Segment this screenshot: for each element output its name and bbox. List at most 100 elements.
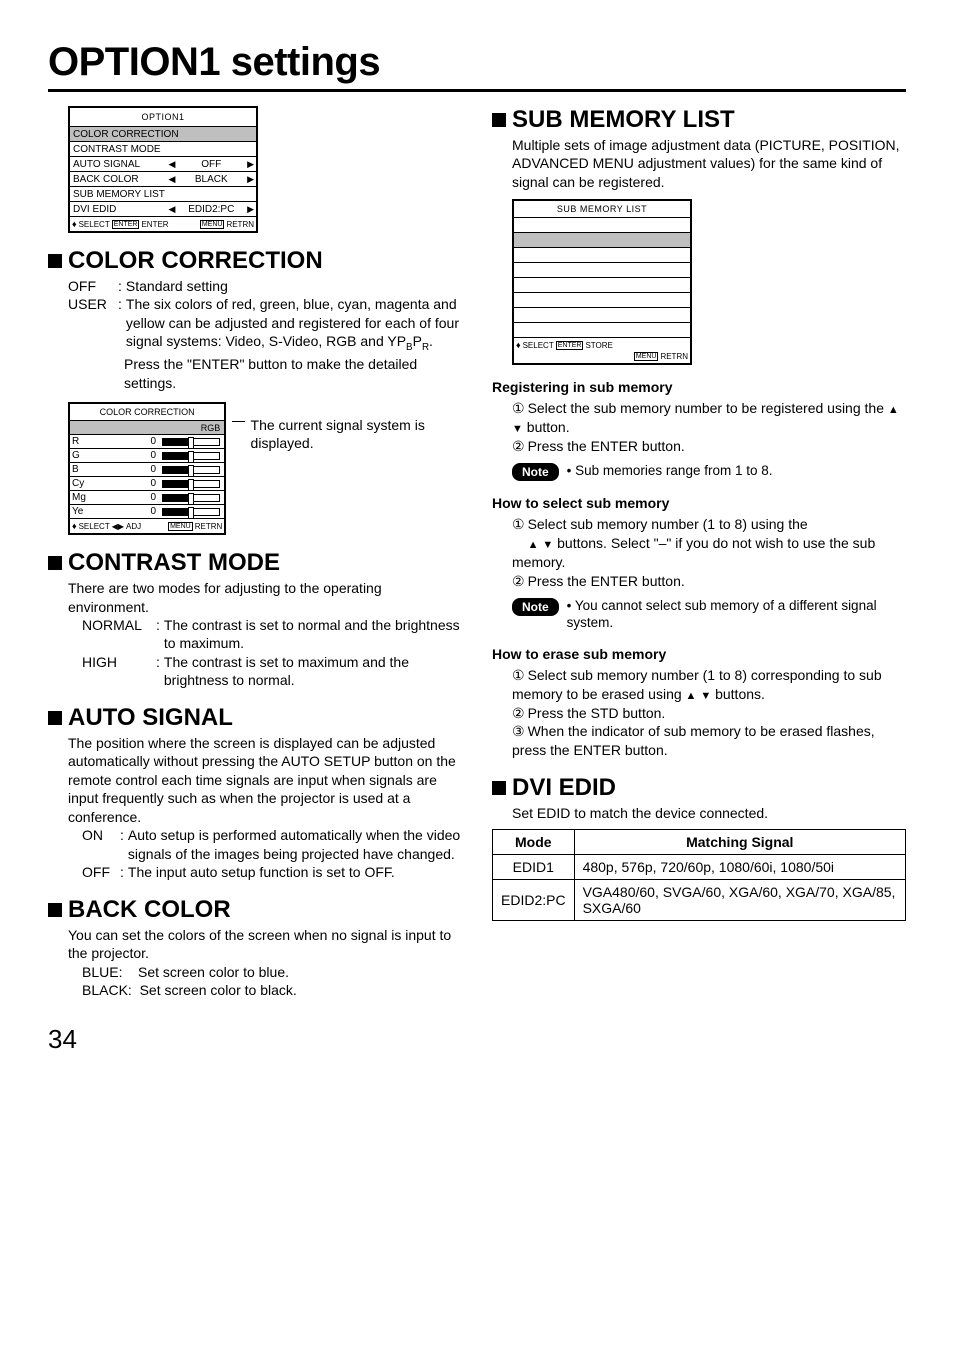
osd-color-correction: COLOR CORRECTION RGB R0 G0 B0 Cy0 Mg0 Ye…: [68, 402, 226, 535]
circled-1-icon: ①: [512, 667, 525, 683]
user-label: USER: [68, 295, 114, 355]
right-column: SUB MEMORY LIST Multiple sets of image a…: [492, 106, 906, 1000]
slider-icon: [162, 466, 220, 474]
osd-color-mg: Mg0: [70, 490, 224, 504]
square-bullet-icon: [48, 556, 62, 570]
on-label: ON: [82, 826, 116, 863]
memory-slot: [514, 322, 690, 337]
square-bullet-icon: [48, 711, 62, 725]
osd-row-dvi-edid: DVI EDID ◀ EDID2:PC ▶: [70, 201, 256, 216]
up-triangle-icon: ▲: [888, 404, 899, 416]
heading-back-color: BACK COLOR: [48, 896, 462, 924]
memory-slot: [514, 217, 690, 232]
memory-slot: [514, 247, 690, 262]
updown-icon: ♦: [72, 521, 77, 531]
menu-key-icon: MENU: [634, 352, 659, 361]
user-desc2: Press the "ENTER" button to make the det…: [124, 355, 462, 392]
memory-slot: [514, 307, 690, 322]
note-2: Note • You cannot select sub memory of a…: [512, 597, 906, 632]
left-arrow-icon: ◀: [169, 174, 176, 185]
step-register-1: ①Select the sub memory number to be regi…: [512, 399, 906, 437]
on-desc: Auto setup is performed automatically wh…: [128, 826, 462, 863]
off-desc: Standard setting: [126, 277, 462, 295]
th-signal: Matching Signal: [574, 829, 905, 854]
edid-table: Mode Matching Signal EDID1 480p, 576p, 7…: [492, 829, 906, 921]
dvi-edid-intro: Set EDID to match the device connected.: [512, 804, 906, 822]
down-triangle-icon: ▼: [700, 690, 711, 702]
signal-cell: VGA480/60, SVGA/60, XGA/60, XGA/70, XGA/…: [574, 879, 905, 920]
osd-title: OPTION1: [70, 108, 256, 126]
note-pill: Note: [512, 598, 559, 616]
slider-icon: [162, 438, 220, 446]
sub-h-select: How to select sub memory: [492, 495, 906, 511]
note-text: • Sub memories range from 1 to 8.: [567, 462, 773, 480]
left-column: OPTION1 COLOR CORRECTION CONTRAST MODE A…: [48, 106, 462, 1000]
table-row: EDID2:PC VGA480/60, SVGA/60, XGA/60, XGA…: [493, 879, 906, 920]
osd-color-r: R0: [70, 434, 224, 448]
updown-icon: ♦: [72, 219, 77, 229]
step-register-2: ②Press the ENTER button.: [512, 437, 906, 456]
leftright-icon: ◀▶: [112, 522, 124, 531]
osd-row-color-correction: COLOR CORRECTION: [70, 126, 256, 141]
blue-desc: Set screen color to blue.: [138, 964, 289, 980]
updown-icon: ♦: [516, 340, 521, 350]
osd-color-cy: Cy0: [70, 476, 224, 490]
contrast-intro: There are two modes for adjusting to the…: [68, 579, 462, 616]
osd-sub-memory: SUB MEMORY LIST ♦ SELECT ENTER STORE MEN…: [512, 199, 692, 365]
memory-slot: [514, 277, 690, 292]
osd2-footer: ♦ SELECT ◀▶ ADJ MENU RETRN: [70, 518, 224, 533]
heading-sub-memory: SUB MEMORY LIST: [492, 106, 906, 134]
note-1: Note • Sub memories range from 1 to 8.: [512, 462, 906, 481]
page-title: OPTION1 settings: [48, 40, 906, 85]
right-arrow-icon: ▶: [247, 204, 256, 215]
up-triangle-icon: ▲: [528, 539, 539, 551]
osd-footer: ♦ SELECT ENTER ENTER MENU RETRN: [70, 216, 256, 231]
off-desc: The input auto setup function is set to …: [128, 863, 462, 881]
sub-h-erase: How to erase sub memory: [492, 646, 906, 662]
back-color-intro: You can set the colors of the screen whe…: [68, 926, 462, 963]
black-desc: Set screen color to black.: [140, 982, 297, 998]
enter-key-icon: ENTER: [112, 220, 140, 229]
osd-option1: OPTION1 COLOR CORRECTION CONTRAST MODE A…: [68, 106, 258, 233]
signal-cell: 480p, 576p, 720/60p, 1080/60i, 1080/50i: [574, 854, 905, 879]
annotation-line: [232, 421, 244, 422]
heading-contrast-mode: CONTRAST MODE: [48, 549, 462, 577]
step-select-2: ②Press the ENTER button.: [512, 572, 906, 591]
page-number: 34: [48, 1024, 906, 1055]
memory-slot: [514, 232, 690, 247]
square-bullet-icon: [48, 254, 62, 268]
step-select-1: ①Select sub memory number (1 to 8) using…: [512, 515, 906, 572]
circled-2-icon: ②: [512, 438, 525, 454]
osd-color-b: B0: [70, 462, 224, 476]
enter-key-icon: ENTER: [556, 341, 584, 350]
square-bullet-icon: [492, 113, 506, 127]
step-erase-1: ①Select sub memory number (1 to 8) corre…: [512, 666, 906, 704]
down-triangle-icon: ▼: [512, 423, 523, 435]
annotation-text: The current signal system is displayed.: [251, 416, 462, 452]
osd-row-contrast-mode: CONTRAST MODE: [70, 141, 256, 156]
square-bullet-icon: [48, 903, 62, 917]
down-triangle-icon: ▼: [542, 539, 553, 551]
mode-cell: EDID1: [493, 854, 575, 879]
osd-row-back-color: BACK COLOR ◀ BLACK ▶: [70, 171, 256, 186]
step-erase-2: ②Press the STD button.: [512, 704, 906, 723]
osd3-footer: ♦ SELECT ENTER STORE: [514, 337, 690, 352]
osd-row-sub-memory: SUB MEMORY LIST: [70, 186, 256, 201]
memory-slot: [514, 262, 690, 277]
slider-icon: [162, 452, 220, 460]
square-bullet-icon: [492, 781, 506, 795]
circled-1-icon: ①: [512, 516, 525, 532]
memory-slot: [514, 292, 690, 307]
step-erase-3: ③When the indicator of sub memory to be …: [512, 722, 906, 760]
sub-h-register: Registering in sub memory: [492, 379, 906, 395]
right-arrow-icon: ▶: [247, 159, 256, 170]
sub-memory-intro: Multiple sets of image adjustment data (…: [512, 136, 906, 191]
osd3-footer2: MENU RETRN: [514, 352, 690, 363]
note-pill: Note: [512, 463, 559, 481]
off-label: OFF: [68, 277, 114, 295]
off-label: OFF: [82, 863, 116, 881]
up-triangle-icon: ▲: [686, 690, 697, 702]
osd-row-auto-signal: AUTO SIGNAL ◀ OFF ▶: [70, 156, 256, 171]
auto-signal-intro: The position where the screen is display…: [68, 734, 462, 826]
right-arrow-icon: ▶: [247, 174, 256, 185]
